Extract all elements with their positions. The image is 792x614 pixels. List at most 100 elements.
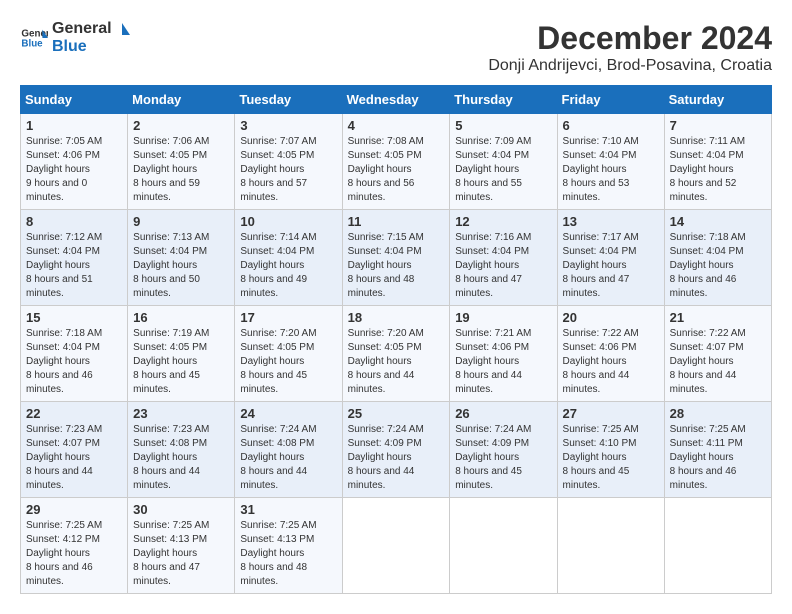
calendar-table: SundayMondayTuesdayWednesdayThursdayFrid… — [20, 85, 772, 594]
calendar-week-row: 22 Sunrise: 7:23 AM Sunset: 4:07 PM Dayl… — [21, 402, 772, 498]
calendar-cell: 8 Sunrise: 7:12 AM Sunset: 4:04 PM Dayli… — [21, 210, 128, 306]
page-header: General Blue General Blue December 2024 … — [20, 20, 772, 75]
calendar-cell: 10 Sunrise: 7:14 AM Sunset: 4:04 PM Dayl… — [235, 210, 342, 306]
day-detail: Sunrise: 7:24 AM Sunset: 4:09 PM Dayligh… — [348, 423, 445, 493]
day-number: 27 — [563, 406, 659, 421]
calendar-cell: 25 Sunrise: 7:24 AM Sunset: 4:09 PM Dayl… — [342, 402, 450, 498]
calendar-cell: 22 Sunrise: 7:23 AM Sunset: 4:07 PM Dayl… — [21, 402, 128, 498]
day-detail: Sunrise: 7:22 AM Sunset: 4:07 PM Dayligh… — [670, 327, 766, 397]
day-detail: Sunrise: 7:18 AM Sunset: 4:04 PM Dayligh… — [670, 231, 766, 301]
day-detail: Sunrise: 7:20 AM Sunset: 4:05 PM Dayligh… — [348, 327, 445, 397]
day-number: 21 — [670, 310, 766, 325]
calendar-cell: 1 Sunrise: 7:05 AM Sunset: 4:06 PM Dayli… — [21, 114, 128, 210]
day-detail: Sunrise: 7:09 AM Sunset: 4:04 PM Dayligh… — [455, 135, 551, 205]
calendar-cell: 23 Sunrise: 7:23 AM Sunset: 4:08 PM Dayl… — [128, 402, 235, 498]
column-header-monday: Monday — [128, 86, 235, 114]
day-detail: Sunrise: 7:23 AM Sunset: 4:07 PM Dayligh… — [26, 423, 122, 493]
day-number: 24 — [240, 406, 336, 421]
calendar-cell: 5 Sunrise: 7:09 AM Sunset: 4:04 PM Dayli… — [450, 114, 557, 210]
calendar-cell: 12 Sunrise: 7:16 AM Sunset: 4:04 PM Dayl… — [450, 210, 557, 306]
day-number: 6 — [563, 118, 659, 133]
day-detail: Sunrise: 7:10 AM Sunset: 4:04 PM Dayligh… — [563, 135, 659, 205]
logo: General Blue General Blue — [20, 20, 130, 56]
day-detail: Sunrise: 7:25 AM Sunset: 4:10 PM Dayligh… — [563, 423, 659, 493]
calendar-cell: 24 Sunrise: 7:24 AM Sunset: 4:08 PM Dayl… — [235, 402, 342, 498]
day-detail: Sunrise: 7:22 AM Sunset: 4:06 PM Dayligh… — [563, 327, 659, 397]
calendar-cell: 6 Sunrise: 7:10 AM Sunset: 4:04 PM Dayli… — [557, 114, 664, 210]
day-number: 9 — [133, 214, 229, 229]
calendar-cell: 30 Sunrise: 7:25 AM Sunset: 4:13 PM Dayl… — [128, 498, 235, 594]
day-detail: Sunrise: 7:24 AM Sunset: 4:08 PM Dayligh… — [240, 423, 336, 493]
column-header-saturday: Saturday — [664, 86, 771, 114]
day-number: 14 — [670, 214, 766, 229]
location-title: Donji Andrijevci, Brod-Posavina, Croatia — [488, 57, 772, 75]
day-detail: Sunrise: 7:20 AM Sunset: 4:05 PM Dayligh… — [240, 327, 336, 397]
day-number: 3 — [240, 118, 336, 133]
day-number: 31 — [240, 502, 336, 517]
day-number: 12 — [455, 214, 551, 229]
day-detail: Sunrise: 7:25 AM Sunset: 4:13 PM Dayligh… — [240, 519, 336, 589]
day-number: 5 — [455, 118, 551, 133]
day-detail: Sunrise: 7:18 AM Sunset: 4:04 PM Dayligh… — [26, 327, 122, 397]
day-detail: Sunrise: 7:25 AM Sunset: 4:13 PM Dayligh… — [133, 519, 229, 589]
day-number: 23 — [133, 406, 229, 421]
day-number: 1 — [26, 118, 122, 133]
calendar-week-row: 8 Sunrise: 7:12 AM Sunset: 4:04 PM Dayli… — [21, 210, 772, 306]
day-number: 10 — [240, 214, 336, 229]
calendar-cell: 7 Sunrise: 7:11 AM Sunset: 4:04 PM Dayli… — [664, 114, 771, 210]
calendar-cell: 17 Sunrise: 7:20 AM Sunset: 4:05 PM Dayl… — [235, 306, 342, 402]
logo-triangle-icon — [114, 21, 130, 37]
day-detail: Sunrise: 7:19 AM Sunset: 4:05 PM Dayligh… — [133, 327, 229, 397]
calendar-cell: 18 Sunrise: 7:20 AM Sunset: 4:05 PM Dayl… — [342, 306, 450, 402]
day-number: 19 — [455, 310, 551, 325]
calendar-cell: 21 Sunrise: 7:22 AM Sunset: 4:07 PM Dayl… — [664, 306, 771, 402]
day-detail: Sunrise: 7:24 AM Sunset: 4:09 PM Dayligh… — [455, 423, 551, 493]
day-number: 2 — [133, 118, 229, 133]
logo-icon: General Blue — [20, 24, 48, 52]
day-detail: Sunrise: 7:23 AM Sunset: 4:08 PM Dayligh… — [133, 423, 229, 493]
day-detail: Sunrise: 7:14 AM Sunset: 4:04 PM Dayligh… — [240, 231, 336, 301]
calendar-cell: 28 Sunrise: 7:25 AM Sunset: 4:11 PM Dayl… — [664, 402, 771, 498]
day-number: 29 — [26, 502, 122, 517]
day-number: 11 — [348, 214, 445, 229]
day-detail: Sunrise: 7:13 AM Sunset: 4:04 PM Dayligh… — [133, 231, 229, 301]
calendar-cell: 2 Sunrise: 7:06 AM Sunset: 4:05 PM Dayli… — [128, 114, 235, 210]
calendar-cell: 16 Sunrise: 7:19 AM Sunset: 4:05 PM Dayl… — [128, 306, 235, 402]
logo-general: General — [52, 20, 112, 38]
day-number: 20 — [563, 310, 659, 325]
day-detail: Sunrise: 7:25 AM Sunset: 4:12 PM Dayligh… — [26, 519, 122, 589]
day-detail: Sunrise: 7:12 AM Sunset: 4:04 PM Dayligh… — [26, 231, 122, 301]
calendar-cell — [557, 498, 664, 594]
day-detail: Sunrise: 7:06 AM Sunset: 4:05 PM Dayligh… — [133, 135, 229, 205]
column-header-thursday: Thursday — [450, 86, 557, 114]
day-detail: Sunrise: 7:15 AM Sunset: 4:04 PM Dayligh… — [348, 231, 445, 301]
day-detail: Sunrise: 7:21 AM Sunset: 4:06 PM Dayligh… — [455, 327, 551, 397]
calendar-cell: 15 Sunrise: 7:18 AM Sunset: 4:04 PM Dayl… — [21, 306, 128, 402]
calendar-cell: 29 Sunrise: 7:25 AM Sunset: 4:12 PM Dayl… — [21, 498, 128, 594]
calendar-cell: 13 Sunrise: 7:17 AM Sunset: 4:04 PM Dayl… — [557, 210, 664, 306]
day-detail: Sunrise: 7:07 AM Sunset: 4:05 PM Dayligh… — [240, 135, 336, 205]
day-number: 22 — [26, 406, 122, 421]
day-number: 7 — [670, 118, 766, 133]
day-detail: Sunrise: 7:17 AM Sunset: 4:04 PM Dayligh… — [563, 231, 659, 301]
day-detail: Sunrise: 7:16 AM Sunset: 4:04 PM Dayligh… — [455, 231, 551, 301]
calendar-cell: 3 Sunrise: 7:07 AM Sunset: 4:05 PM Dayli… — [235, 114, 342, 210]
day-number: 28 — [670, 406, 766, 421]
day-detail: Sunrise: 7:08 AM Sunset: 4:05 PM Dayligh… — [348, 135, 445, 205]
calendar-cell — [450, 498, 557, 594]
calendar-cell: 26 Sunrise: 7:24 AM Sunset: 4:09 PM Dayl… — [450, 402, 557, 498]
column-header-wednesday: Wednesday — [342, 86, 450, 114]
day-number: 25 — [348, 406, 445, 421]
day-number: 16 — [133, 310, 229, 325]
svg-text:Blue: Blue — [21, 38, 43, 49]
logo-blue: Blue — [52, 38, 130, 56]
calendar-cell: 4 Sunrise: 7:08 AM Sunset: 4:05 PM Dayli… — [342, 114, 450, 210]
calendar-cell: 27 Sunrise: 7:25 AM Sunset: 4:10 PM Dayl… — [557, 402, 664, 498]
day-detail: Sunrise: 7:25 AM Sunset: 4:11 PM Dayligh… — [670, 423, 766, 493]
day-number: 4 — [348, 118, 445, 133]
calendar-cell: 9 Sunrise: 7:13 AM Sunset: 4:04 PM Dayli… — [128, 210, 235, 306]
day-number: 13 — [563, 214, 659, 229]
column-header-friday: Friday — [557, 86, 664, 114]
day-detail: Sunrise: 7:11 AM Sunset: 4:04 PM Dayligh… — [670, 135, 766, 205]
day-detail: Sunrise: 7:05 AM Sunset: 4:06 PM Dayligh… — [26, 135, 122, 205]
